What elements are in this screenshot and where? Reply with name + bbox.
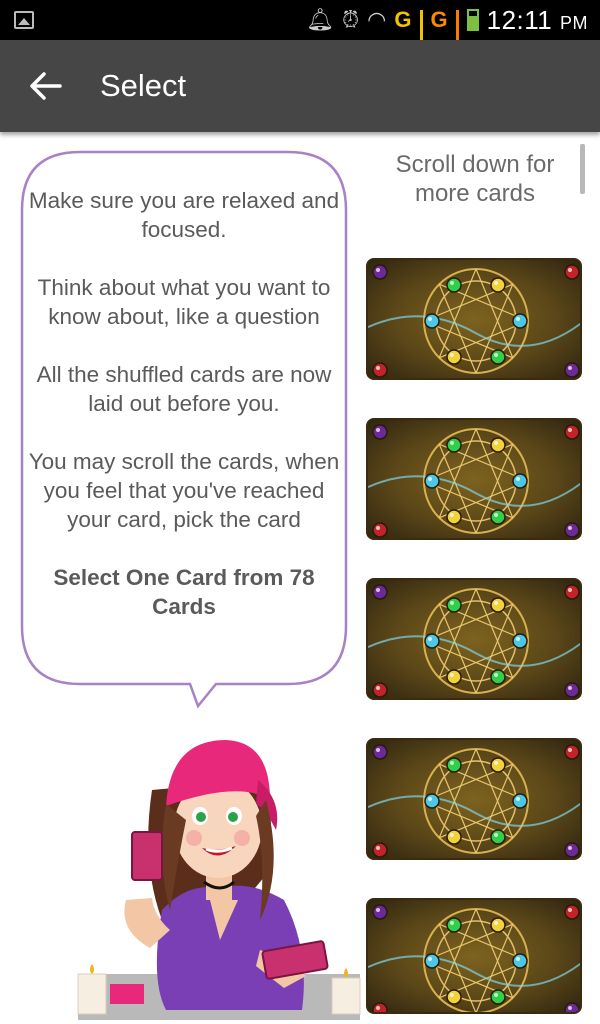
tarot-card-5[interactable] [366, 898, 582, 1014]
tarot-card-3[interactable] [366, 578, 582, 700]
page-title: Select [100, 68, 187, 103]
clock: 12:11 PM [487, 5, 588, 36]
battery-icon [466, 9, 479, 31]
card-back-pattern [368, 904, 580, 1012]
card-back-pattern [368, 744, 580, 858]
alarm-off-icon: 🔔︎ [306, 7, 334, 32]
instruction-think: Think about what you want to know about,… [37, 275, 331, 329]
tarot-card-1[interactable] [366, 258, 582, 380]
back-button[interactable] [26, 68, 66, 104]
signal-bars-1-icon [419, 10, 423, 58]
clock-ampm: PM [560, 12, 588, 33]
instruction-scroll: You may scroll the cards, when you feel … [28, 449, 340, 532]
status-icons: 🔔︎ ⏰︎ ◠ G G 12:11 PM [306, 0, 588, 58]
wifi-icon: ◠ [367, 7, 387, 32]
status-bar: 🔔︎ ⏰︎ ◠ G G 12:11 PM [0, 0, 600, 58]
instruction-select-one: Select One Card from 78 Cards [53, 565, 315, 619]
gallery-notification-icon [14, 11, 34, 29]
clock-time: 12:11 [486, 4, 553, 35]
fortune-teller-image [77, 740, 361, 1020]
network-type-2: G [430, 7, 448, 32]
card-back-pattern [368, 424, 580, 538]
instruction-laid-out: All the shuffled cards are now laid out … [36, 362, 332, 416]
instructions-text: Make sure you are relaxed and focused. T… [26, 186, 342, 621]
app-bar: Select [0, 40, 600, 132]
instruction-relax: Make sure you are relaxed and focused. [28, 188, 340, 242]
network-type-1: G [394, 7, 412, 32]
alarm-clock-icon: ⏰︎ [342, 7, 360, 32]
arrow-left-icon [30, 72, 62, 100]
scroll-hint: Scroll down for more cards [395, 151, 555, 207]
fortune-teller-illustration [70, 720, 370, 1020]
tarot-card-4[interactable] [366, 738, 582, 860]
tarot-card-2[interactable] [366, 418, 582, 540]
card-back-pattern [368, 584, 580, 698]
card-back-pattern [368, 264, 580, 378]
scrollbar[interactable] [580, 144, 585, 194]
instructions-bubble: Make sure you are relaxed and focused. T… [20, 150, 348, 709]
signal-bars-2-icon [455, 10, 459, 58]
